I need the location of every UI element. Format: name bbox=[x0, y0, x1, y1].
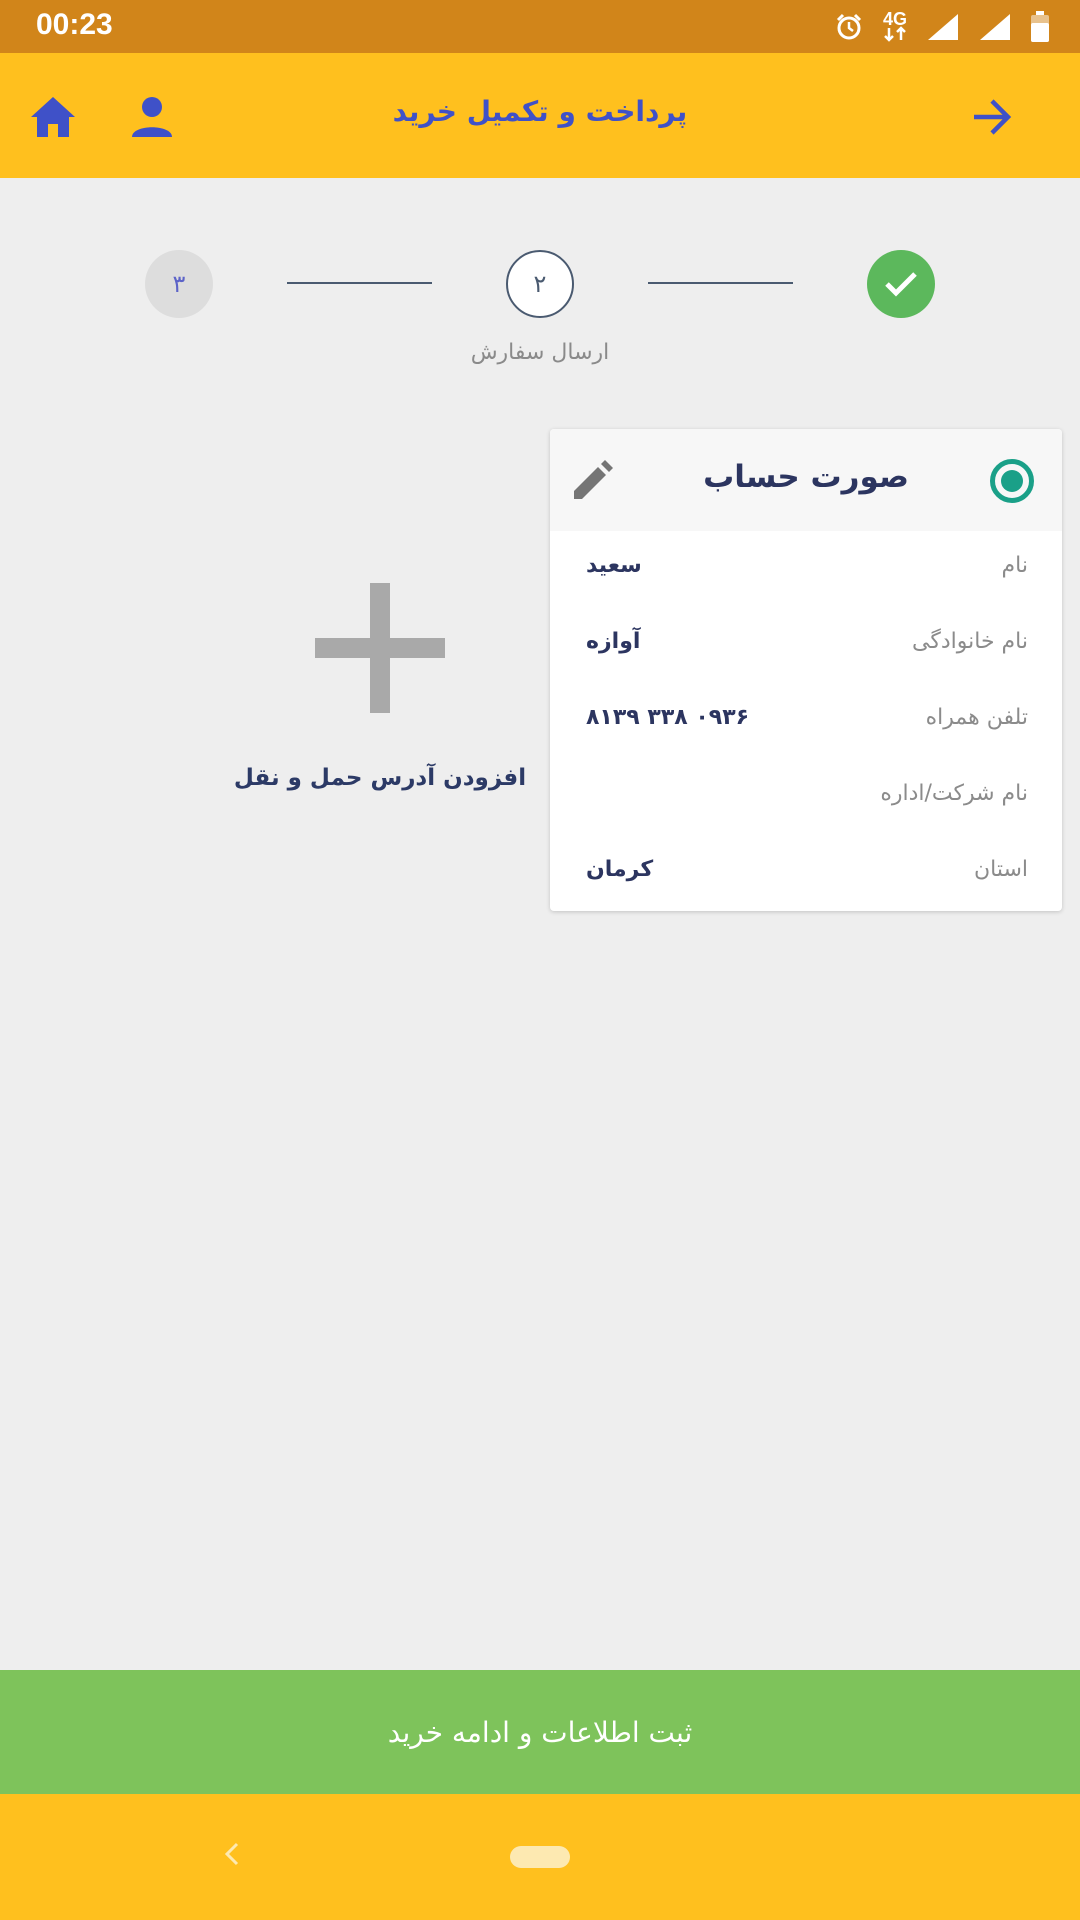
system-nav-bar bbox=[0, 1794, 1080, 1920]
check-icon bbox=[885, 272, 917, 297]
row-label: نام خانوادگی bbox=[912, 629, 1028, 654]
data-arrows-icon bbox=[884, 26, 906, 42]
signal-icon-2 bbox=[980, 14, 1010, 40]
invoice-card[interactable]: صورت حساب نام سعید نام خانوادگی آوازه تل… bbox=[550, 429, 1062, 911]
step-2-current: ۲ bbox=[506, 250, 574, 318]
invoice-title: صورت حساب bbox=[703, 459, 909, 495]
back-button[interactable] bbox=[964, 89, 1020, 145]
nav-back-button[interactable] bbox=[212, 1834, 252, 1874]
add-address-label[interactable]: افزودن آدرس حمل و نقل bbox=[200, 765, 560, 791]
battery-icon bbox=[1031, 11, 1049, 42]
row-value: ۰۹۳۶ ۳۳۸ ۸۱۳۹ bbox=[586, 705, 750, 730]
network-type: 4G bbox=[882, 9, 907, 29]
step-connector bbox=[648, 282, 793, 284]
status-icons: 4G bbox=[834, 10, 1050, 44]
invoice-row-province: استان کرمان bbox=[550, 835, 1062, 911]
arrow-right-icon bbox=[974, 99, 1012, 135]
page-title: پرداخت و تکمیل خرید bbox=[392, 95, 688, 128]
row-label: نام شرکت/اداره bbox=[880, 781, 1028, 806]
row-value: آوازه bbox=[586, 629, 641, 654]
invoice-row-first-name: نام سعید bbox=[550, 531, 1062, 607]
alarm-icon bbox=[836, 13, 862, 40]
row-value: کرمان bbox=[586, 857, 654, 882]
step-connector-2 bbox=[287, 282, 432, 284]
signal-icon bbox=[928, 14, 958, 40]
plus-icon bbox=[315, 583, 445, 713]
add-address-button[interactable] bbox=[250, 575, 510, 719]
step-3-upcoming: ۳ bbox=[145, 250, 213, 318]
invoice-card-header: صورت حساب bbox=[550, 429, 1062, 531]
network-indicator: 4G bbox=[882, 9, 908, 42]
step-1-completed bbox=[867, 250, 935, 318]
chevron-left-icon bbox=[224, 1842, 239, 1866]
row-label: نام bbox=[1001, 553, 1028, 578]
nav-home-pill[interactable] bbox=[510, 1846, 570, 1868]
edit-button[interactable] bbox=[568, 457, 616, 505]
invoice-row-mobile: تلفن همراه ۰۹۳۶ ۳۳۸ ۸۱۳۹ bbox=[550, 683, 1062, 759]
pencil-icon bbox=[574, 460, 613, 499]
checkout-stepper: ۲ ارسال سفارش ۳ bbox=[0, 240, 1080, 380]
app-bar: پرداخت و تکمیل خرید bbox=[0, 53, 1080, 178]
status-time: 00:23 bbox=[36, 8, 113, 41]
row-value: سعید bbox=[586, 553, 642, 578]
row-label: استان bbox=[973, 857, 1028, 882]
status-bar: 00:23 4G bbox=[0, 0, 1080, 53]
invoice-row-last-name: نام خانوادگی آوازه bbox=[550, 607, 1062, 683]
submit-continue-button[interactable]: ثبت اطلاعات و ادامه خرید bbox=[0, 1670, 1080, 1794]
step-2-label: ارسال سفارش bbox=[470, 340, 610, 365]
row-label: تلفن همراه bbox=[925, 705, 1028, 730]
invoice-row-company: نام شرکت/اداره bbox=[550, 759, 1062, 835]
